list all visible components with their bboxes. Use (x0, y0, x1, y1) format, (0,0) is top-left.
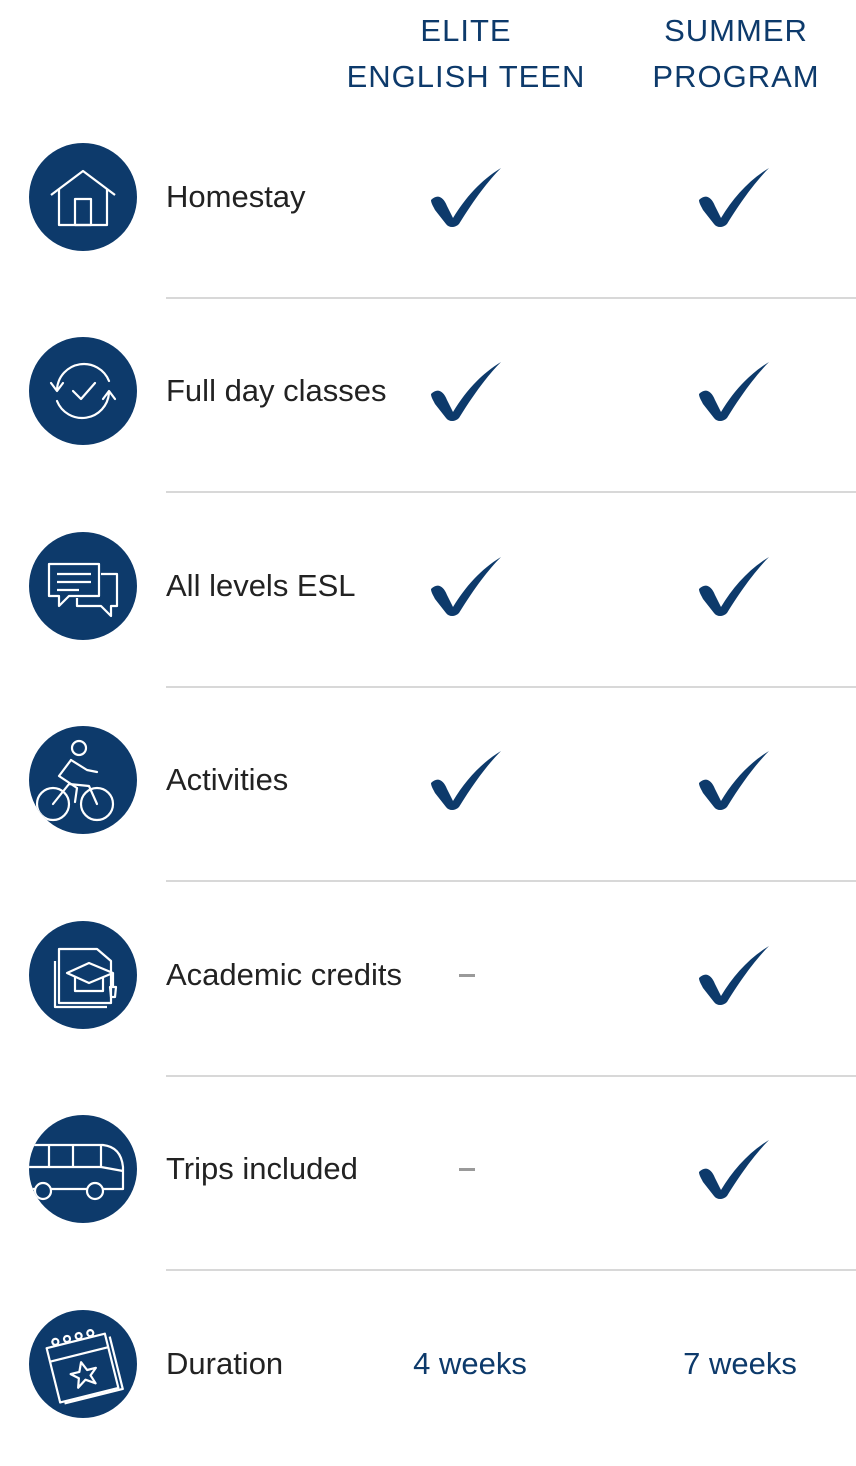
column-header-line: ELITE (420, 13, 512, 48)
row-label: Trips included (166, 1151, 358, 1186)
duration-value: 7 weeks (683, 1346, 797, 1381)
row-label: All levels ESL (166, 568, 356, 603)
row-homestay: Homestay (0, 105, 856, 299)
clock-check-icon (29, 337, 137, 445)
check-icon (680, 740, 790, 820)
column-header-summer-program: SUMMER PROGRAM (620, 8, 852, 100)
dash-icon (412, 935, 522, 1015)
row-label: Full day classes (166, 373, 387, 408)
check-icon (680, 351, 790, 431)
check-icon (680, 546, 790, 626)
row-duration: Duration 4 weeks 7 weeks (0, 1272, 856, 1466)
row-label: Academic credits (166, 957, 403, 992)
row-divider (166, 491, 856, 493)
comparison-header: ELITE ENGLISH TEEN SUMMER PROGRAM (0, 0, 856, 110)
row-all-levels-esl: All levels ESL (0, 494, 856, 688)
bus-icon (29, 1115, 137, 1223)
column-header-line: ENGLISH TEEN (346, 59, 586, 94)
check-icon (680, 1129, 790, 1209)
check-icon (680, 935, 790, 1015)
check-icon (680, 157, 790, 237)
check-icon (412, 546, 522, 626)
calendar-star-icon (29, 1310, 137, 1418)
check-icon (412, 351, 522, 431)
row-label: Activities (166, 762, 289, 797)
duration-value-elite: 4 weeks (400, 1344, 540, 1384)
row-divider (166, 880, 856, 882)
chat-bubbles-icon (29, 532, 137, 640)
graduation-cap-icon (29, 921, 137, 1029)
house-icon (29, 143, 137, 251)
check-icon (412, 157, 522, 237)
row-full-day-classes: Full day classes (0, 299, 856, 493)
cyclist-icon (29, 726, 137, 834)
row-label: Homestay (166, 179, 306, 214)
dash-icon (412, 1129, 522, 1209)
column-header-line: PROGRAM (652, 59, 820, 94)
check-icon (412, 740, 522, 820)
row-label: Duration (166, 1346, 284, 1381)
duration-value: 4 weeks (413, 1346, 527, 1381)
row-divider (166, 1269, 856, 1271)
column-header-line: SUMMER (664, 13, 808, 48)
column-header-elite-english-teen: ELITE ENGLISH TEEN (330, 8, 602, 100)
row-academic-credits: Academic credits (0, 883, 856, 1077)
duration-value-summer: 7 weeks (670, 1344, 810, 1384)
row-trips-included: Trips included (0, 1077, 856, 1271)
row-activities: Activities (0, 688, 856, 882)
